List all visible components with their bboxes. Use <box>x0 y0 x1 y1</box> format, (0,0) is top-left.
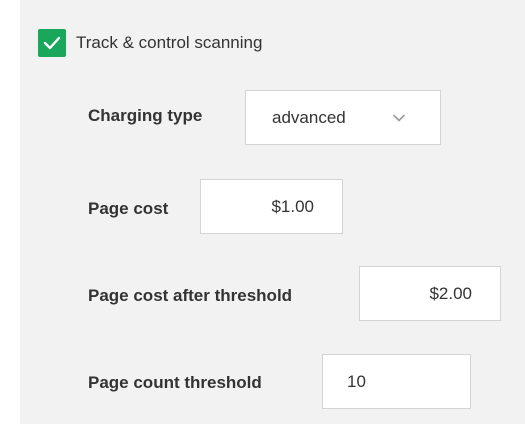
page-count-threshold-value: 10 <box>347 371 366 391</box>
page-cost-value: $1.00 <box>271 196 314 216</box>
charging-type-value: advanced <box>272 107 346 127</box>
track-scanning-label: Track & control scanning <box>76 33 263 52</box>
page-cost-label: Page cost <box>88 199 169 218</box>
page-cost-after-threshold-label: Page cost after threshold <box>88 286 293 305</box>
chevron-down-icon <box>393 114 405 121</box>
page-count-threshold-input[interactable]: 10 <box>322 354 471 409</box>
page-cost-after-threshold-input[interactable]: $2.00 <box>359 266 501 321</box>
charging-type-select[interactable]: advanced <box>245 90 441 145</box>
page-cost-input[interactable]: $1.00 <box>200 179 343 234</box>
track-scanning-checkbox[interactable] <box>38 29 66 57</box>
checkmark-icon <box>43 36 61 50</box>
page-count-threshold-label: Page count threshold <box>88 373 262 392</box>
track-scanning-row[interactable]: Track & control scanning <box>38 29 262 57</box>
page-cost-after-threshold-value: $2.00 <box>429 283 472 303</box>
charging-type-label: Charging type <box>88 106 203 125</box>
